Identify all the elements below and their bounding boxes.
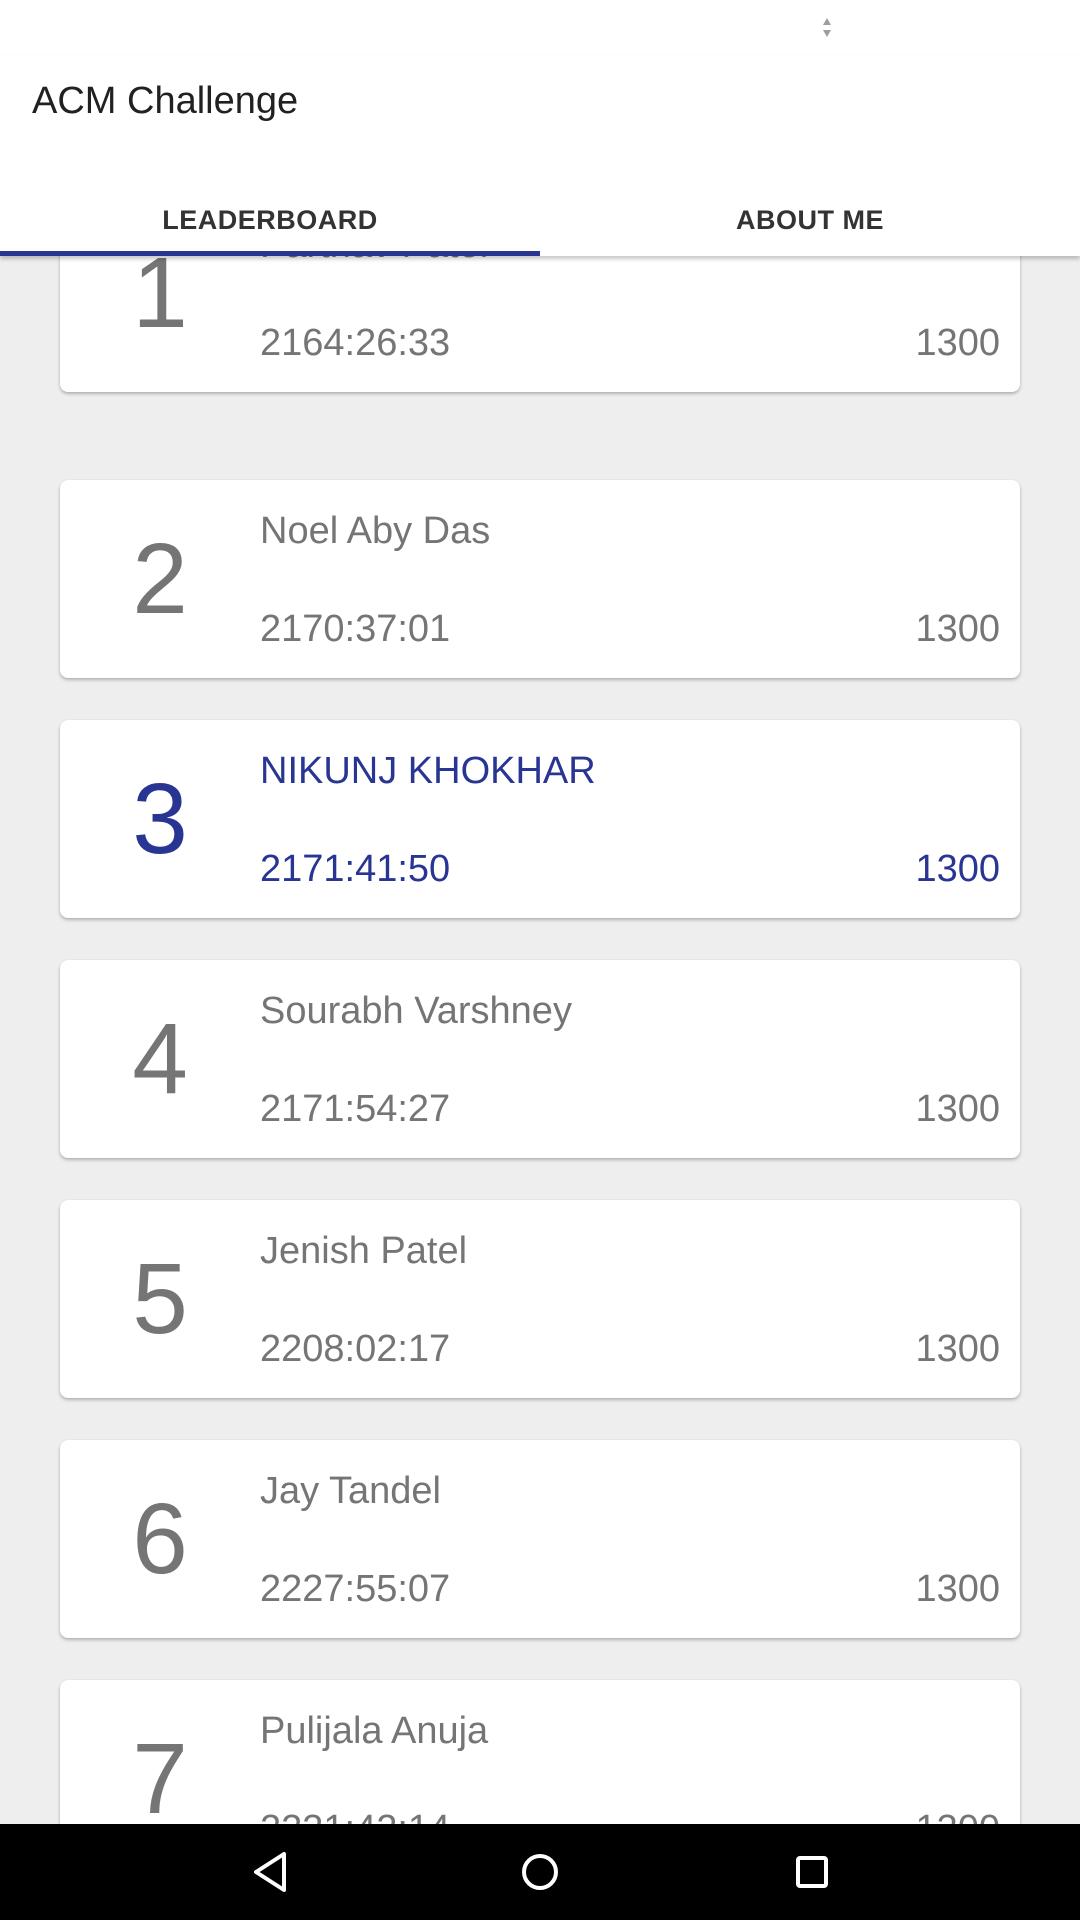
participant-name: Parthav Patel [260, 256, 488, 264]
participant-score: 1300 [915, 1810, 1000, 1824]
participant-time: 2227:55:07 [260, 1568, 451, 1610]
rank-number: 3 [132, 763, 188, 875]
participant-score: 1300 [915, 1088, 1000, 1130]
participant-name: NIKUNJ KHOKHAR [260, 750, 596, 792]
app-bar: ACM Challenge LEADERBOARD ABOUT ME [0, 56, 1080, 256]
recents-button[interactable] [782, 1842, 842, 1902]
participant-score: 1300 [915, 848, 1000, 890]
participant-name: Jenish Patel [260, 1230, 468, 1272]
tab-about-me-label: ABOUT ME [736, 204, 884, 235]
rank-number: 5 [132, 1243, 188, 1355]
tab-leaderboard[interactable]: LEADERBOARD [0, 184, 540, 256]
leaderboard-card[interactable]: 2 Noel Aby Das 2170:37:01 1300 [60, 480, 1020, 678]
participant-time: 2171:54:27 [260, 1088, 451, 1130]
rank-number: 7 [132, 1723, 188, 1824]
participant-time: 2171:41:50 [260, 848, 451, 890]
rank-number: 2 [132, 523, 188, 635]
rank-number: 6 [132, 1483, 188, 1595]
leaderboard-list[interactable]: 1 Parthav Patel 2164:26:33 1300 2 Noel A… [0, 256, 1080, 1824]
participant-score: 1300 [915, 322, 1000, 364]
app-title: ACM Challenge [32, 80, 299, 122]
leaderboard-card-current-user[interactable]: 3 NIKUNJ KHOKHAR 2171:41:50 1300 [60, 720, 1020, 918]
tab-bar: LEADERBOARD ABOUT ME [0, 184, 1080, 256]
leaderboard-card[interactable]: 7 Pulijala Anuja 2231:42:14 1300 [60, 1680, 1020, 1824]
participant-score: 1300 [915, 608, 1000, 650]
tab-selected-indicator [0, 251, 540, 256]
recents-icon [796, 1856, 828, 1888]
participant-time: 2231:42:14 [260, 1810, 450, 1824]
participant-score: 1300 [915, 1568, 1000, 1610]
participant-name: Pulijala Anuja [260, 1710, 489, 1752]
rank-number: 1 [132, 256, 188, 349]
participant-score: 1300 [915, 1328, 1000, 1370]
back-button[interactable] [240, 1842, 300, 1902]
home-icon [522, 1854, 558, 1890]
leaderboard-card[interactable]: 1 Parthav Patel 2164:26:33 1300 [60, 256, 1020, 392]
participant-name: Sourabh Varshney [260, 990, 572, 1032]
signal-arrows-icon [823, 18, 831, 37]
home-button[interactable] [510, 1842, 570, 1902]
participant-time: 2208:02:17 [260, 1328, 451, 1370]
participant-name: Jay Tandel [260, 1470, 441, 1512]
participant-name: Noel Aby Das [260, 510, 491, 552]
participant-time: 2164:26:33 [260, 322, 451, 364]
participant-time: 2170:37:01 [260, 608, 451, 650]
leaderboard-card[interactable]: 4 Sourabh Varshney 2171:54:27 1300 [60, 960, 1020, 1158]
leaderboard-card[interactable]: 5 Jenish Patel 2208:02:17 1300 [60, 1200, 1020, 1398]
tab-leaderboard-label: LEADERBOARD [162, 204, 378, 235]
leaderboard-card[interactable]: 6 Jay Tandel 2227:55:07 1300 [60, 1440, 1020, 1638]
system-navigation-bar [0, 1824, 1080, 1920]
tab-about-me[interactable]: ABOUT ME [540, 184, 1080, 256]
back-icon [254, 1852, 286, 1892]
rank-number: 4 [132, 1003, 188, 1115]
status-bar [0, 0, 1080, 56]
